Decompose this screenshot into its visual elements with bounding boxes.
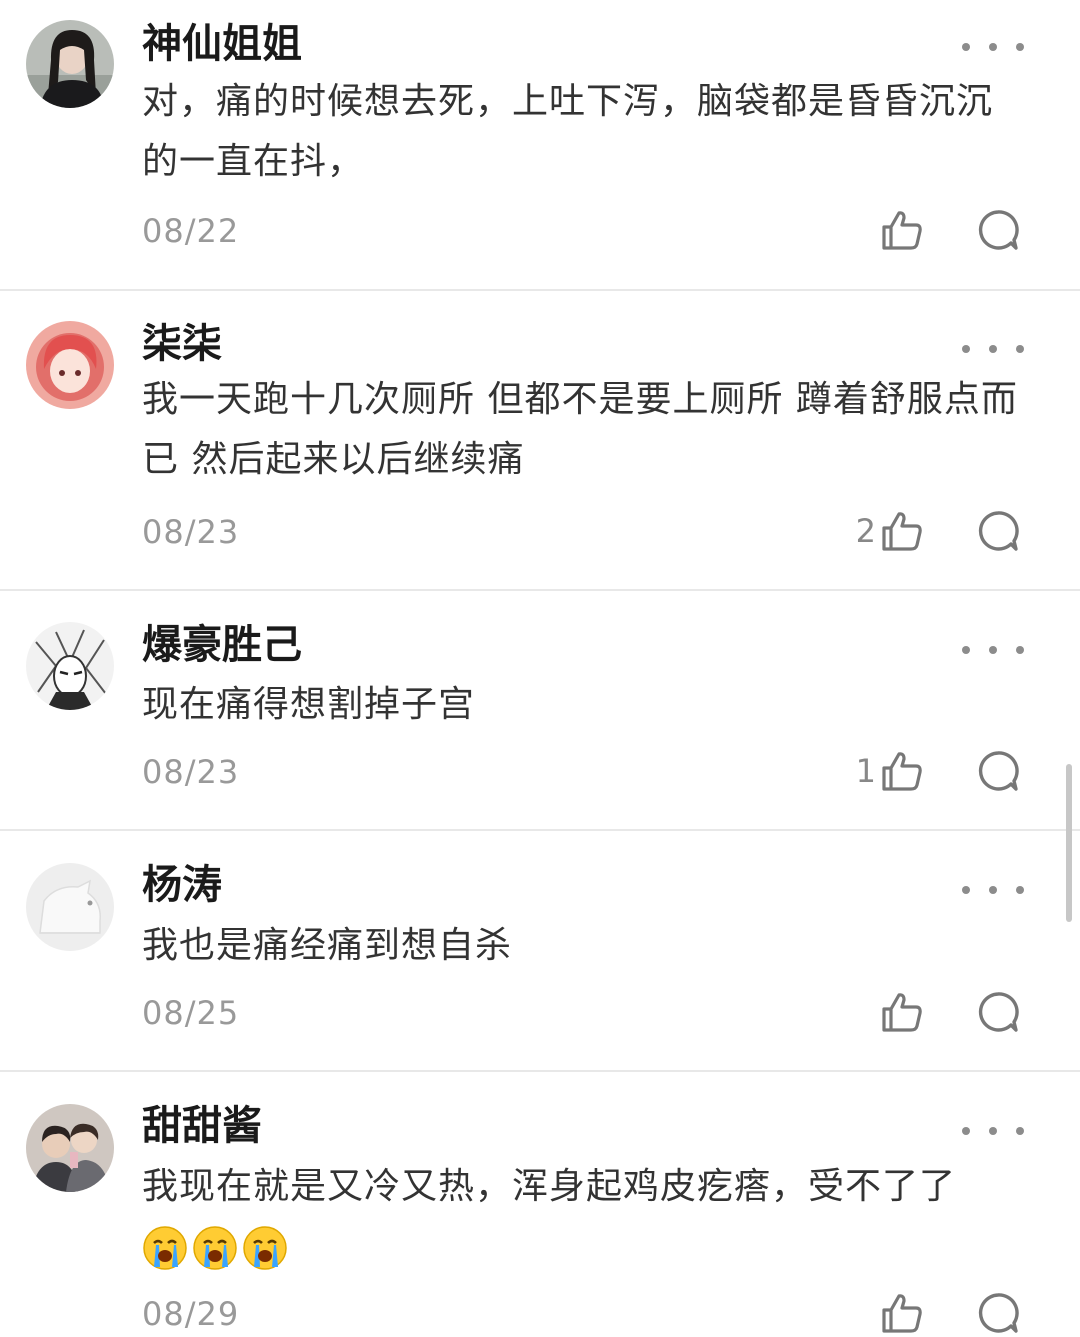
user-avatar[interactable]	[26, 622, 114, 710]
thumbs-up-icon	[882, 1294, 922, 1333]
comment-text: 我现在就是又冷又热，浑身起鸡皮疙瘩，受不了了	[142, 1157, 1022, 1277]
like-button[interactable]: 2	[838, 507, 924, 555]
like-button[interactable]	[838, 206, 924, 254]
comment-text-body: 我现在就是又冷又热，浑身起鸡皮疙瘩，受不了了	[142, 1166, 957, 1207]
more-dots-icon[interactable]	[962, 39, 1024, 55]
thumbs-up-icon	[882, 752, 922, 791]
comment-date: 08/22	[142, 212, 240, 250]
comment-date: 08/29	[142, 1295, 240, 1333]
comment-text: 现在痛得想割掉子宫	[142, 684, 476, 725]
user-avatar[interactable]	[26, 863, 114, 951]
comment-date: 08/23	[142, 753, 240, 791]
like-count: 1	[855, 752, 876, 790]
more-dots-icon[interactable]	[962, 642, 1024, 658]
comment-bubble-icon[interactable]	[974, 747, 1022, 795]
scrollbar[interactable]	[1066, 764, 1072, 922]
comment-text: 我一天跑十几次厕所 但都不是要上厕所 蹲着舒服点而已 然后起来以后继续痛	[142, 379, 1018, 480]
thumbs-up-icon	[882, 512, 922, 551]
emoji-row	[142, 1226, 292, 1270]
comment-item: 甜甜酱 我现在就是又冷又热，浑身起鸡皮疙瘩，受不了了 08/29	[0, 1072, 1080, 1333]
more-dots-icon[interactable]	[962, 882, 1024, 898]
crying-face-emoji	[143, 1226, 187, 1270]
crying-face-emoji	[243, 1226, 287, 1270]
comment-item: 神仙姐姐 对，痛的时候想去死，上吐下泻，脑袋都是昏昏沉沉的一直在抖， 08/22	[0, 0, 1080, 291]
comment-bubble-icon[interactable]	[974, 1289, 1022, 1337]
user-avatar[interactable]	[26, 1104, 114, 1192]
comment-text: 对，痛的时候想去死，上吐下泻，脑袋都是昏昏沉沉的一直在抖，	[142, 81, 994, 182]
comment-bubble-icon[interactable]	[974, 507, 1022, 555]
user-avatar[interactable]	[26, 321, 114, 409]
username[interactable]: 爆豪胜己	[142, 621, 302, 669]
username[interactable]: 杨涛	[142, 861, 222, 909]
comment-bubble-icon[interactable]	[974, 206, 1022, 254]
like-button[interactable]	[838, 1289, 924, 1337]
username[interactable]: 神仙姐姐	[142, 20, 302, 68]
more-dots-icon[interactable]	[962, 1123, 1024, 1139]
comment-date: 08/25	[142, 994, 240, 1032]
thumbs-up-icon	[882, 211, 922, 250]
username[interactable]: 甜甜酱	[142, 1102, 262, 1150]
comment-item: 杨涛 我也是痛经痛到想自杀 08/25	[0, 831, 1080, 1072]
like-button[interactable]: 1	[838, 747, 924, 795]
comment-bubble-icon[interactable]	[974, 988, 1022, 1036]
comment-item: 柒柒 我一天跑十几次厕所 但都不是要上厕所 蹲着舒服点而已 然后起来以后继续痛 …	[0, 291, 1080, 591]
like-button[interactable]	[838, 988, 924, 1036]
crying-face-emoji	[193, 1226, 237, 1270]
user-avatar[interactable]	[26, 20, 114, 108]
comment-date: 08/23	[142, 513, 240, 551]
username[interactable]: 柒柒	[142, 320, 222, 368]
more-dots-icon[interactable]	[962, 341, 1024, 357]
thumbs-up-icon	[882, 993, 922, 1032]
comment-item: 爆豪胜己 现在痛得想割掉子宫 08/23 1	[0, 591, 1080, 831]
like-count: 2	[855, 512, 876, 550]
comment-text: 我也是痛经痛到想自杀	[142, 925, 513, 966]
